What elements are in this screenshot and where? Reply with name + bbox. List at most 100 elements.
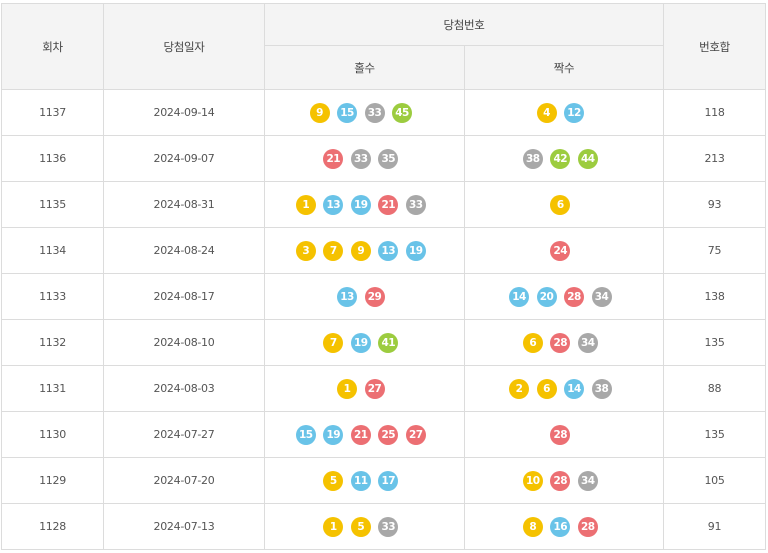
even-numbers-cell: 28	[464, 411, 664, 458]
round-cell: 1131	[1, 365, 104, 412]
odd-numbers-cell: 3 7 9 13 19	[264, 227, 465, 274]
table-row: 1129 2024-07-20 5 11 17 10 28 34 105	[1, 457, 766, 504]
round-cell: 1134	[1, 227, 104, 274]
number-ball: 2	[509, 378, 529, 399]
number-ball: 21	[323, 148, 344, 169]
number-ball: 38	[522, 148, 543, 169]
number-ball: 6	[522, 332, 543, 353]
even-numbers-cell: 6 28 34	[464, 319, 664, 366]
number-ball: 13	[323, 194, 344, 215]
sum-cell: 118	[663, 89, 766, 136]
odd-numbers-cell: 9 15 33 45	[264, 89, 465, 136]
odd-numbers-cell: 1 13 19 21 33	[264, 181, 465, 228]
round-cell: 1136	[1, 135, 104, 182]
even-numbers-cell: 38 42 44	[464, 135, 664, 182]
even-numbers-cell: 24	[464, 227, 664, 274]
number-ball: 33	[378, 516, 399, 537]
number-ball: 28	[550, 470, 571, 491]
number-ball: 4	[536, 102, 557, 123]
date-cell: 2024-07-27	[103, 411, 265, 458]
date-cell: 2024-09-14	[103, 89, 265, 136]
sum-cell: 91	[663, 503, 766, 550]
number-ball: 8	[522, 516, 543, 537]
number-ball: 9	[350, 240, 371, 261]
number-ball: 1	[323, 516, 344, 537]
number-ball: 13	[378, 240, 399, 261]
header-even: 짝수	[464, 45, 664, 90]
table-row: 1130 2024-07-27 15 19 21 25 27 28 135	[1, 411, 766, 458]
round-cell: 1137	[1, 89, 104, 136]
header-sum: 번호합	[663, 3, 766, 90]
number-ball: 25	[378, 424, 399, 445]
number-ball: 10	[522, 470, 543, 491]
table-row: 1136 2024-09-07 21 33 35 38 42 44 213	[1, 135, 766, 182]
number-ball: 34	[577, 470, 598, 491]
number-ball: 16	[550, 516, 571, 537]
odd-numbers-cell: 15 19 21 25 27	[264, 411, 465, 458]
table-row: 1134 2024-08-24 3 7 9 13 19 24 75	[1, 227, 766, 274]
number-ball: 20	[536, 286, 557, 307]
even-numbers-cell: 14 20 28 34	[464, 273, 664, 320]
number-ball: 11	[350, 470, 371, 491]
odd-numbers-cell: 1 27	[264, 365, 465, 412]
table-row: 1128 2024-07-13 1 5 33 8 16 28 91	[1, 503, 766, 550]
number-ball: 34	[591, 286, 612, 307]
number-ball: 9	[309, 102, 330, 123]
number-ball: 21	[378, 194, 399, 215]
round-cell: 1133	[1, 273, 104, 320]
round-cell: 1128	[1, 503, 104, 550]
date-cell: 2024-08-10	[103, 319, 265, 366]
number-ball: 44	[577, 148, 598, 169]
lotto-results-table: 회차 당첨일자 당첨번호 번호합 홀수 짝수 1137 2024-09-14 9 15…	[1, 3, 766, 550]
number-ball: 17	[378, 470, 399, 491]
number-ball: 15	[295, 424, 316, 445]
sum-cell: 93	[663, 181, 766, 228]
date-cell: 2024-08-31	[103, 181, 265, 228]
round-cell: 1135	[1, 181, 104, 228]
odd-numbers-cell: 13 29	[264, 273, 465, 320]
header-date: 당첨일자	[103, 3, 265, 90]
table-row: 1132 2024-08-10 7 19 41 6 28 34 135	[1, 319, 766, 366]
sum-cell: 75	[663, 227, 766, 274]
date-cell: 2024-09-07	[103, 135, 265, 182]
sum-cell: 135	[663, 411, 766, 458]
number-ball: 21	[350, 424, 371, 445]
number-ball: 33	[405, 194, 426, 215]
number-ball: 12	[564, 102, 584, 123]
number-ball: 19	[405, 240, 426, 261]
number-ball: 29	[364, 286, 385, 307]
number-ball: 33	[350, 148, 371, 169]
number-ball: 41	[378, 332, 399, 353]
number-ball: 34	[577, 332, 598, 353]
odd-numbers-cell: 7 19 41	[264, 319, 465, 366]
number-ball: 27	[405, 424, 426, 445]
date-cell: 2024-08-03	[103, 365, 265, 412]
number-ball: 7	[323, 332, 344, 353]
sum-cell: 138	[663, 273, 766, 320]
date-cell: 2024-07-20	[103, 457, 265, 504]
number-ball: 27	[364, 378, 385, 399]
number-ball: 13	[337, 286, 357, 307]
number-ball: 19	[350, 332, 371, 353]
header-round: 회차	[1, 3, 104, 90]
number-ball: 45	[392, 102, 412, 123]
header-odd: 홀수	[264, 45, 465, 90]
sum-cell: 105	[663, 457, 766, 504]
even-numbers-cell: 2 6 14 38	[464, 365, 664, 412]
number-ball: 42	[550, 148, 571, 169]
table-row: 1135 2024-08-31 1 13 19 21 33 6 93	[1, 181, 766, 228]
odd-numbers-cell: 5 11 17	[264, 457, 465, 504]
table-header: 회차 당첨일자 당첨번호 번호합 홀수 짝수	[1, 3, 766, 90]
number-ball: 19	[350, 194, 371, 215]
number-ball: 28	[550, 424, 571, 445]
number-ball: 15	[337, 102, 357, 123]
even-numbers-cell: 10 28 34	[464, 457, 664, 504]
sum-cell: 213	[663, 135, 766, 182]
round-cell: 1132	[1, 319, 104, 366]
number-ball: 35	[378, 148, 399, 169]
number-ball: 28	[577, 516, 598, 537]
even-numbers-cell: 4 12	[464, 89, 664, 136]
header-numbers: 당첨번호	[264, 3, 664, 46]
number-ball: 7	[323, 240, 344, 261]
number-ball: 1	[295, 194, 316, 215]
